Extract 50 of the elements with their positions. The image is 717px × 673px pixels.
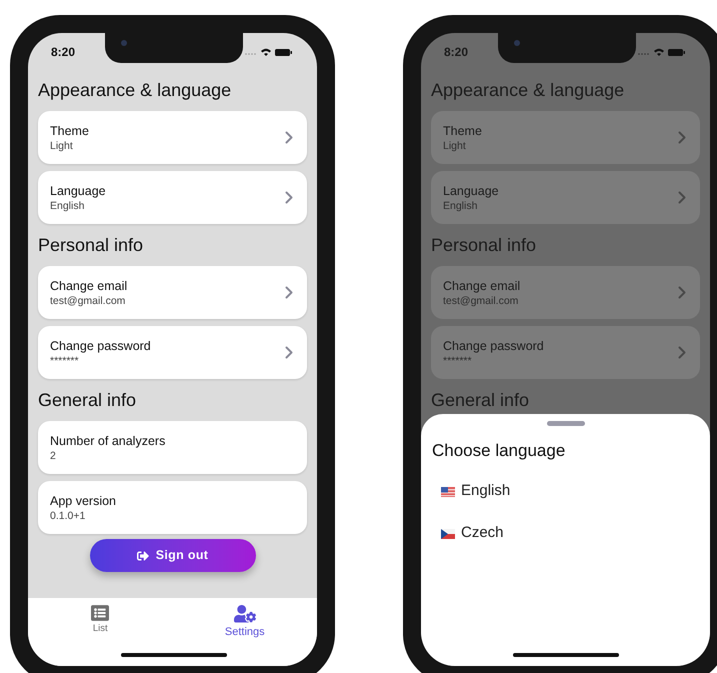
setting-value: Light (50, 138, 74, 152)
setting-value: 0.1.0+1 (50, 508, 86, 522)
setting-label: Language (50, 182, 106, 198)
language-option[interactable]: Czech (441, 520, 699, 548)
settings-card[interactable]: Language English (431, 171, 700, 224)
section-heading: General info (38, 389, 138, 412)
user-gear-icon (234, 604, 256, 624)
status-time: 8:20 (444, 44, 468, 60)
setting-value: ******* (443, 354, 473, 368)
setting-label: Number of analyzers (50, 432, 166, 448)
flag-icon (441, 486, 455, 496)
setting-value: ******* (50, 354, 80, 368)
language-option[interactable]: English (441, 478, 699, 506)
nav-tab[interactable]: List (28, 604, 172, 640)
sheet-title: Choose language (432, 440, 566, 462)
section-heading: General info (431, 389, 530, 412)
setting-value: 2 (50, 448, 57, 462)
setting-value: English (50, 198, 86, 212)
flag-icon (441, 528, 455, 538)
setting-value: Light (443, 138, 467, 152)
setting-label: App version (50, 492, 116, 508)
setting-label: Change email (50, 278, 128, 294)
section-heading: Appearance & language (38, 79, 232, 102)
settings-card[interactable]: Change email test@gmail.com (38, 266, 307, 319)
section-heading: Appearance & language (431, 79, 626, 102)
section-heading: Personal info (38, 234, 144, 257)
section-heading: Personal info (431, 234, 538, 257)
setting-label: Theme (443, 122, 482, 138)
setting-label: Theme (50, 122, 89, 138)
settings-card[interactable]: Change password ******* (431, 326, 700, 379)
drag-handle[interactable] (546, 421, 584, 426)
status-time: 8:20 (51, 44, 76, 60)
sign-out-button[interactable]: Sign out (90, 539, 256, 572)
list-icon (91, 604, 110, 622)
settings-card[interactable]: Change email test@gmail.com (431, 266, 700, 319)
setting-label: Language (443, 182, 499, 198)
settings-card[interactable]: Theme Light (38, 111, 307, 164)
setting-label: Change password (50, 338, 151, 354)
setting-value: English (443, 198, 478, 212)
settings-card[interactable]: Language English (38, 171, 307, 224)
setting-value: test@gmail.com (443, 294, 520, 308)
setting-label: Change email (443, 278, 520, 294)
sign-out-icon (136, 550, 149, 562)
setting-value: test@gmail.com (50, 294, 126, 308)
status-icons (637, 46, 687, 56)
settings-card[interactable]: Theme Light (431, 111, 700, 164)
setting-label: Change password (443, 338, 544, 354)
nav-tab[interactable]: Settings (172, 604, 317, 640)
settings-card[interactable]: Change password ******* (38, 326, 307, 379)
status-icons (244, 46, 294, 56)
